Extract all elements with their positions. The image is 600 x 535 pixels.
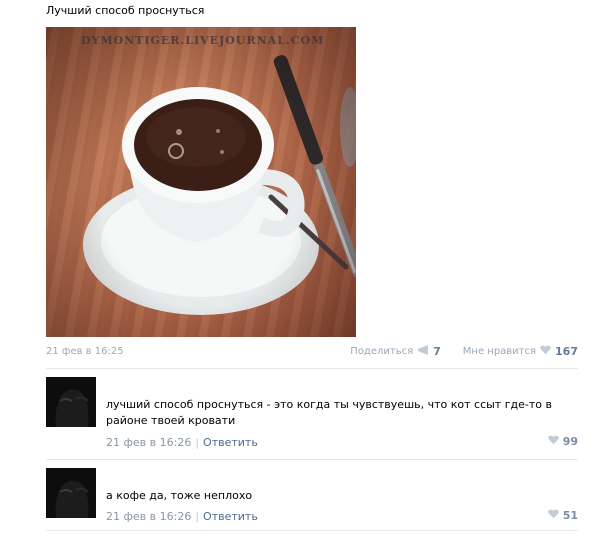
comment-date[interactable]: 21 фев в 16:26 [106, 510, 191, 523]
share-count[interactable]: 7 [433, 345, 441, 358]
photo-watermark: DYMONTIGER.LIVEJOURNAL.COM [81, 34, 325, 47]
megaphone-icon[interactable] [417, 345, 429, 358]
comment-text: лучший способ проснуться - это когда ты … [106, 398, 552, 427]
like-button[interactable]: Мне нравится [463, 346, 536, 357]
comment-2: а кофе да, тоже неплохо 21 фев в 16:26 | О… [46, 468, 578, 523]
heart-icon[interactable] [540, 345, 551, 358]
post-photo[interactable]: DYMONTIGER.LIVEJOURNAL.COM [46, 27, 356, 337]
heart-icon[interactable] [547, 509, 559, 522]
comment-like-count[interactable]: 51 [563, 509, 578, 522]
heart-icon[interactable] [547, 435, 559, 448]
comment-like-count[interactable]: 99 [563, 435, 578, 448]
post-text: Лучший способ проснуться [46, 4, 205, 17]
reply-link[interactable]: Ответить [203, 436, 258, 449]
divider [46, 459, 578, 460]
like-count[interactable]: 167 [555, 345, 578, 358]
comment-date[interactable]: 21 фев в 16:26 [106, 436, 191, 449]
comment-like[interactable]: 99 [547, 435, 578, 448]
comment-1: лучший способ проснуться - это когда ты … [46, 377, 578, 449]
divider [46, 530, 578, 531]
share-button[interactable]: Поделиться [350, 346, 413, 357]
divider [46, 368, 578, 369]
reply-link[interactable]: Ответить [203, 510, 258, 523]
post-date[interactable]: 21 фев в 16:25 [46, 346, 124, 357]
post-meta: 21 фев в 16:25 Поделиться 7 Мне нравится… [46, 345, 578, 359]
avatar[interactable] [46, 468, 96, 518]
avatar[interactable] [46, 377, 96, 427]
comment-text: а кофе да, тоже неплохо [106, 489, 253, 502]
comment-like[interactable]: 51 [547, 509, 578, 522]
